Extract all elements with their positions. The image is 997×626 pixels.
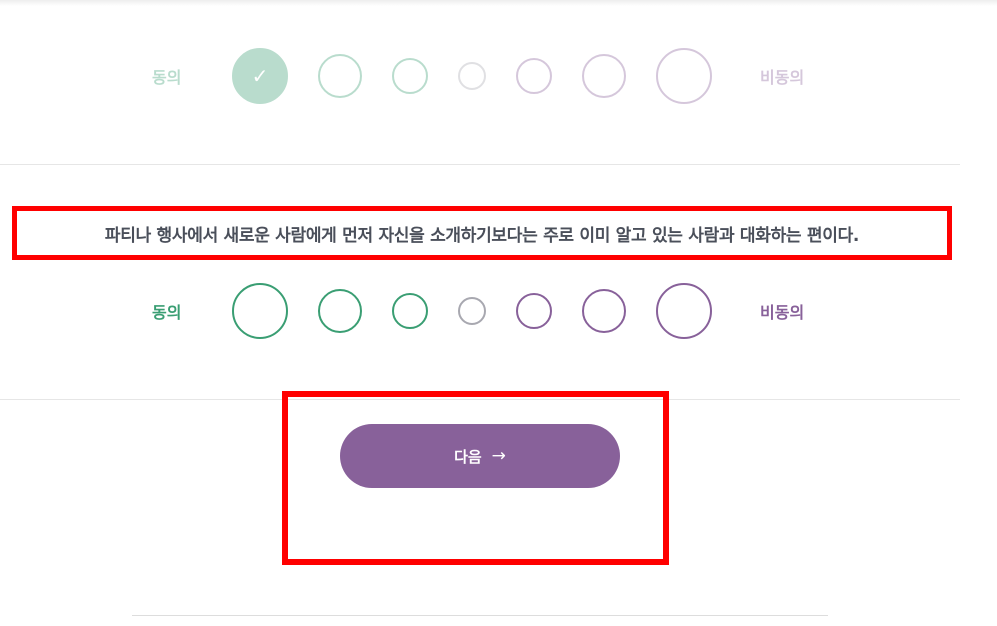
option-1-strong-agree[interactable]: [232, 283, 288, 339]
agree-label: 동의: [152, 303, 182, 322]
next-button-label: 다음: [454, 447, 482, 466]
next-button[interactable]: 다음 →: [340, 424, 620, 488]
agree-label: 동의: [152, 68, 182, 87]
personality-test-page: 동의 ✓ 비동의 파티나 행사에서 새로운 사람에게 먼저 자신을 소개하기보다…: [0, 0, 997, 626]
footer-divider: [132, 615, 828, 616]
option-6-disagree[interactable]: [582, 289, 626, 333]
option-2-agree[interactable]: [318, 54, 362, 98]
option-3-slight-agree[interactable]: [392, 58, 428, 94]
question-highlight-box: 파티나 행사에서 새로운 사람에게 먼저 자신을 소개하기보다는 주로 이미 알…: [12, 206, 952, 260]
option-5-slight-disagree[interactable]: [516, 58, 552, 94]
option-3-slight-agree[interactable]: [392, 293, 428, 329]
arrow-right-icon: →: [491, 446, 506, 466]
check-icon: ✓: [251, 64, 269, 88]
disagree-label: 비동의: [760, 68, 805, 87]
option-7-strong-disagree[interactable]: [656, 48, 712, 104]
option-4-neutral[interactable]: [458, 62, 486, 90]
option-1-strong-agree-selected[interactable]: ✓: [232, 48, 288, 104]
option-5-slight-disagree[interactable]: [516, 293, 552, 329]
option-4-neutral[interactable]: [458, 297, 486, 325]
section-divider: [0, 164, 960, 165]
option-2-agree[interactable]: [318, 289, 362, 333]
disagree-label: 비동의: [760, 303, 805, 322]
header-shadow: [0, 0, 997, 6]
option-7-strong-disagree[interactable]: [656, 283, 712, 339]
option-6-disagree[interactable]: [582, 54, 626, 98]
question-text: 파티나 행사에서 새로운 사람에게 먼저 자신을 소개하기보다는 주로 이미 알…: [104, 225, 860, 246]
